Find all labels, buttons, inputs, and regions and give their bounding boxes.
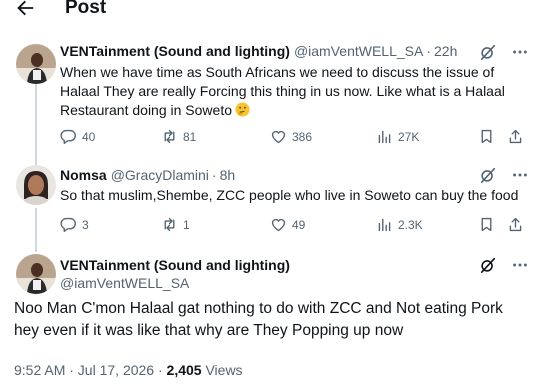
share-icon	[509, 129, 522, 144]
tweet-header: Nomsa @GracyDlamini · 8h	[60, 166, 235, 184]
bookmark-button[interactable]	[478, 128, 495, 145]
display-name[interactable]: VENTainment (Sound and lighting)	[60, 256, 290, 274]
tweet-text-line: So that muslim,Shembe, ZCC people who li…	[60, 187, 519, 203]
reply-count: 3	[82, 217, 89, 232]
avatar[interactable]	[16, 44, 56, 84]
thinking-face-emoji-icon	[235, 102, 250, 117]
more-options-icon[interactable]	[511, 43, 529, 61]
tweet-header: VENTainment (Sound and lighting) @iamVen…	[60, 42, 457, 60]
user-handle[interactable]: @GracyDlamini	[111, 166, 209, 184]
user-handle[interactable]: @iamVentWELL_SA	[60, 274, 189, 292]
grok-icon[interactable]	[479, 256, 497, 274]
grok-icon[interactable]	[479, 43, 497, 61]
like-button[interactable]: 386	[270, 128, 312, 145]
views-button[interactable]: 2.3K	[376, 216, 423, 233]
heart-icon	[271, 130, 286, 144]
tweet-timestamp[interactable]: 9:52 AM · Jul 17, 2026 ·	[14, 362, 167, 378]
share-button[interactable]	[507, 216, 524, 233]
tweet-meta: 9:52 AM · Jul 17, 2026 · 2,405 Views	[14, 361, 243, 379]
like-count: 386	[292, 129, 313, 144]
repost-icon	[164, 217, 175, 232]
display-name[interactable]: VENTainment (Sound and lighting)	[60, 42, 290, 60]
avatar[interactable]	[16, 165, 56, 205]
thread-tweet-1[interactable]: VENTainment (Sound and lighting) @iamVen…	[0, 30, 543, 168]
repost-count: 81	[183, 129, 197, 144]
like-button[interactable]: 49	[270, 216, 305, 233]
thread-connector-line	[35, 78, 37, 168]
views-label: Views	[201, 362, 243, 378]
reply-count: 40	[82, 129, 96, 144]
repost-button[interactable]: 81	[161, 128, 196, 145]
tweet-text-line: Noo Man C'mon Halaal gat nothing to do w…	[14, 300, 503, 317]
tweet-text-line: Halaal They are really Forcing this thin…	[60, 83, 505, 99]
tweet-text: So that muslim,Shembe, ZCC people who li…	[60, 186, 518, 205]
bookmark-icon	[481, 129, 492, 144]
separator-dot: ·	[211, 167, 217, 183]
grok-icon[interactable]	[479, 166, 497, 184]
avatar[interactable]	[16, 254, 56, 294]
tweet-text-line: Restaurant doing in Soweto	[60, 102, 232, 118]
separator-dot: ·	[426, 43, 432, 59]
like-count: 49	[292, 217, 306, 232]
reply-icon	[60, 129, 76, 144]
page-title: Post	[65, 0, 107, 18]
share-icon	[509, 217, 522, 232]
user-handle[interactable]: @iamVentWELL_SA	[294, 42, 423, 60]
views-chart-icon	[378, 130, 391, 144]
main-tweet: VENTainment (Sound and lighting) @iamVen…	[0, 240, 543, 388]
repost-icon	[164, 129, 175, 144]
heart-icon	[271, 218, 286, 232]
reply-icon	[60, 217, 76, 232]
tweet-text-line: hey even if it was like that why are The…	[14, 322, 404, 339]
more-options-icon[interactable]	[511, 166, 529, 184]
thread-tweet-2[interactable]: Nomsa @GracyDlamini · 8h So that muslim,…	[0, 160, 543, 252]
tweet-text: When we have time as South Africans we n…	[60, 63, 505, 120]
views-count: 2.3K	[398, 217, 423, 232]
views-count: 27K	[398, 129, 420, 144]
reply-button[interactable]: 3	[60, 216, 89, 233]
repost-count: 1	[183, 217, 190, 232]
share-button[interactable]	[507, 128, 524, 145]
header: Post	[0, 0, 543, 22]
views-chart-icon	[378, 218, 391, 232]
views-count: 2,405	[166, 362, 202, 378]
tweet-time[interactable]: 22h	[434, 42, 457, 60]
back-arrow-icon[interactable]	[14, 0, 36, 19]
tweet-time[interactable]: 8h	[220, 166, 236, 184]
reply-button[interactable]: 40	[60, 128, 95, 145]
bookmark-button[interactable]	[478, 216, 495, 233]
more-options-icon[interactable]	[511, 256, 529, 274]
display-name[interactable]: Nomsa	[60, 166, 107, 184]
bookmark-icon	[481, 217, 492, 232]
tweet-text-line: When we have time as South Africans we n…	[60, 64, 495, 80]
main-tweet-text: Noo Man C'mon Halaal gat nothing to do w…	[14, 298, 534, 342]
repost-button[interactable]: 1	[161, 216, 190, 233]
views-button[interactable]: 27K	[376, 128, 419, 145]
